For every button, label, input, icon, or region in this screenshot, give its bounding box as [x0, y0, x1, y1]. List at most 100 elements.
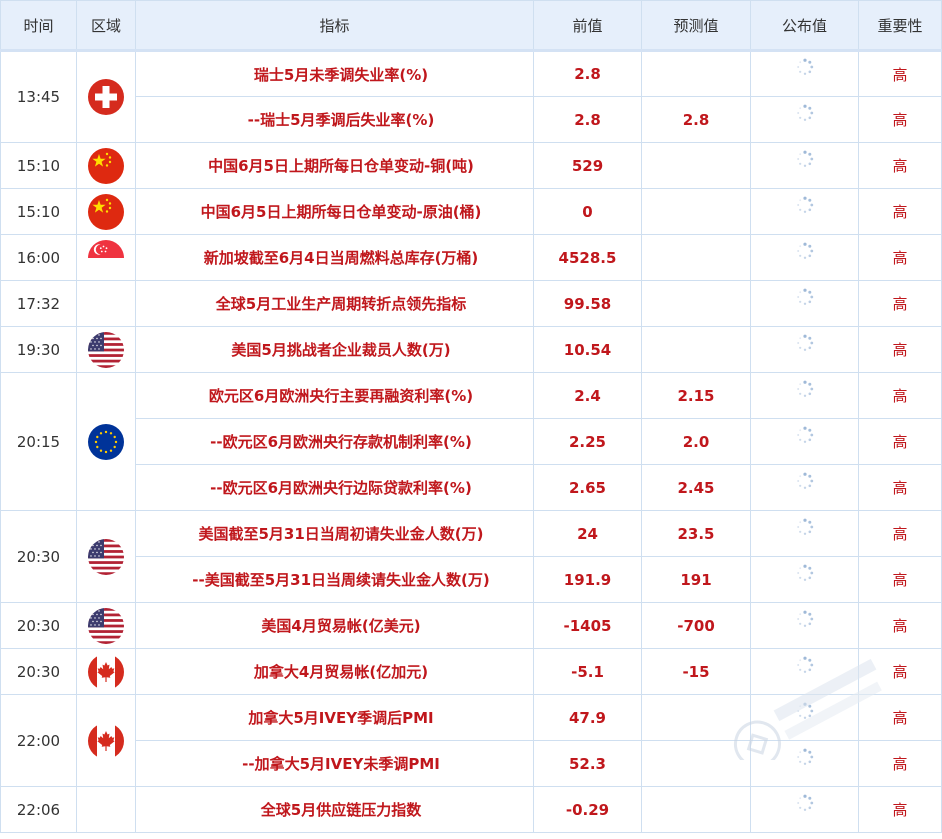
header-previous: 前值: [533, 0, 642, 52]
usa-flag-icon: [88, 332, 124, 368]
loading-spinner-icon: [796, 426, 814, 444]
row-actual: [750, 234, 859, 281]
table-row[interactable]: 13:45 瑞士5月未季调失业率(%) 2.8 高: [0, 50, 942, 143]
header-actual: 公布值: [750, 0, 859, 52]
usa-flag-icon: [88, 608, 124, 644]
row-importance: 高: [858, 326, 942, 373]
row-previous: 4528.5: [533, 234, 642, 281]
row-previous: 99.58: [533, 280, 642, 327]
row-indicator[interactable]: 瑞士5月未季调失业率(%): [135, 50, 534, 97]
canada-flag-icon: [88, 723, 124, 759]
row-region: [76, 786, 136, 833]
calendar-table: 时间 区域 指标 前值 预测值 公布值 重要性 13:45 瑞士5月未季调失业率…: [0, 0, 942, 833]
row-indicator[interactable]: 美国截至5月31日当周初请失业金人数(万): [135, 510, 534, 557]
row-importance: 高: [858, 740, 942, 787]
header-time: 时间: [0, 0, 77, 52]
loading-spinner-icon: [796, 196, 814, 214]
row-forecast: [641, 326, 751, 373]
row-time: 20:30: [0, 602, 77, 649]
row-time: 22:06: [0, 786, 77, 833]
table-row[interactable]: 22:00 加拿大5月IVEY季调后PMI 47.9 高: [0, 694, 942, 787]
row-region: [76, 326, 136, 373]
loading-spinner-icon: [796, 380, 814, 398]
row-previous: -5.1: [533, 648, 642, 695]
china-flag-icon: [88, 148, 124, 184]
table-row[interactable]: 15:10 中国6月5日上期所每日仓单变动-原油(桶) 0 高: [0, 188, 942, 235]
row-actual: [750, 648, 859, 695]
table-row[interactable]: 20:15 欧元区6月欧洲央行主要再融资利率(%) 2.4 2.15 高: [0, 372, 942, 511]
row-indicator[interactable]: 美国4月贸易帐(亿美元): [135, 602, 534, 649]
table-row[interactable]: --瑞士5月季调后失业率(%) 2.8 2.8 高: [1, 96, 942, 143]
row-actual: [750, 510, 859, 557]
row-indicator[interactable]: --美国截至5月31日当周续请失业金人数(万): [135, 556, 534, 603]
table-row[interactable]: 20:30 美国4月贸易帐(亿美元) -1405 -700 高: [0, 602, 942, 649]
loading-spinner-icon: [796, 656, 814, 674]
row-indicator[interactable]: 欧元区6月欧洲央行主要再融资利率(%): [135, 372, 534, 419]
table-row[interactable]: 17:32 全球5月工业生产周期转折点领先指标 99.58 高: [0, 280, 942, 327]
row-importance: 高: [858, 418, 942, 465]
row-forecast: 2.45: [641, 464, 751, 511]
row-actual: [750, 556, 859, 603]
row-forecast: [641, 188, 751, 235]
loading-spinner-icon: [796, 794, 814, 812]
row-actual: [750, 326, 859, 373]
row-time: 15:10: [0, 188, 77, 235]
loading-spinner-icon: [796, 518, 814, 536]
row-importance: 高: [858, 188, 942, 235]
row-indicator[interactable]: --瑞士5月季调后失业率(%): [135, 96, 534, 143]
row-time: 20:30: [0, 510, 77, 603]
table-row[interactable]: 22:06 全球5月供应链压力指数 -0.29 高: [0, 786, 942, 833]
row-indicator[interactable]: --欧元区6月欧洲央行边际贷款利率(%): [135, 464, 534, 511]
row-forecast: [641, 740, 751, 787]
table-row[interactable]: --欧元区6月欧洲央行边际贷款利率(%) 2.65 2.45 高: [1, 464, 942, 511]
row-indicator[interactable]: 中国6月5日上期所每日仓单变动-铜(吨): [135, 142, 534, 189]
row-forecast: 2.8: [641, 96, 751, 143]
row-actual: [750, 602, 859, 649]
row-indicator[interactable]: 加拿大4月贸易帐(亿加元): [135, 648, 534, 695]
usa-flag-icon: [88, 539, 124, 575]
row-actual: [750, 142, 859, 189]
header-indicator: 指标: [135, 0, 534, 52]
row-time: 22:00: [0, 694, 77, 787]
row-forecast: 191: [641, 556, 751, 603]
row-indicator[interactable]: 全球5月供应链压力指数: [135, 786, 534, 833]
row-indicator[interactable]: 美国5月挑战者企业裁员人数(万): [135, 326, 534, 373]
row-region: [76, 142, 136, 189]
row-forecast: 2.0: [641, 418, 751, 465]
header-region: 区域: [76, 0, 136, 52]
row-indicator[interactable]: --加拿大5月IVEY未季调PMI: [135, 740, 534, 787]
table-row[interactable]: --美国截至5月31日当周续请失业金人数(万) 191.9 191 高: [1, 556, 942, 603]
row-forecast: [641, 694, 751, 741]
table-row[interactable]: --欧元区6月欧洲央行存款机制利率(%) 2.25 2.0 高: [1, 418, 942, 465]
row-indicator[interactable]: 新加坡截至6月4日当周燃料总库存(万桶): [135, 234, 534, 281]
row-previous: -1405: [533, 602, 642, 649]
row-indicator[interactable]: 全球5月工业生产周期转折点领先指标: [135, 280, 534, 327]
table-row[interactable]: 15:10 中国6月5日上期所每日仓单变动-铜(吨) 529 高: [0, 142, 942, 189]
row-importance: 高: [858, 142, 942, 189]
row-region: [76, 50, 136, 143]
row-importance: 高: [858, 50, 942, 97]
table-row[interactable]: 19:30 美国5月挑战者企业裁员人数(万) 10.54 高: [0, 326, 942, 373]
row-forecast: [641, 50, 751, 97]
row-importance: 高: [858, 464, 942, 511]
row-time: 20:30: [0, 648, 77, 695]
china-flag-icon: [88, 194, 124, 230]
row-indicator[interactable]: 加拿大5月IVEY季调后PMI: [135, 694, 534, 741]
table-row[interactable]: 20:30 加拿大4月贸易帐(亿加元) -5.1 -15 高: [0, 648, 942, 695]
table-row[interactable]: 20:30 美国截至5月31日当周初请失业金人数(万) 24 23.5 高: [0, 510, 942, 603]
table-row[interactable]: --加拿大5月IVEY未季调PMI 52.3 高: [1, 740, 942, 787]
row-region: [76, 188, 136, 235]
row-actual: [750, 50, 859, 97]
row-region: [76, 602, 136, 649]
row-importance: 高: [858, 556, 942, 603]
switzerland-flag-icon: [88, 79, 124, 115]
row-region: [76, 694, 136, 787]
row-forecast: -15: [641, 648, 751, 695]
row-forecast: 23.5: [641, 510, 751, 557]
row-actual: [750, 280, 859, 327]
row-importance: 高: [858, 234, 942, 281]
table-row[interactable]: 16:00 新加坡截至6月4日当周燃料总库存(万桶) 4528.5 高: [0, 234, 942, 281]
row-indicator[interactable]: 中国6月5日上期所每日仓单变动-原油(桶): [135, 188, 534, 235]
row-indicator[interactable]: --欧元区6月欧洲央行存款机制利率(%): [135, 418, 534, 465]
loading-spinner-icon: [796, 58, 814, 76]
